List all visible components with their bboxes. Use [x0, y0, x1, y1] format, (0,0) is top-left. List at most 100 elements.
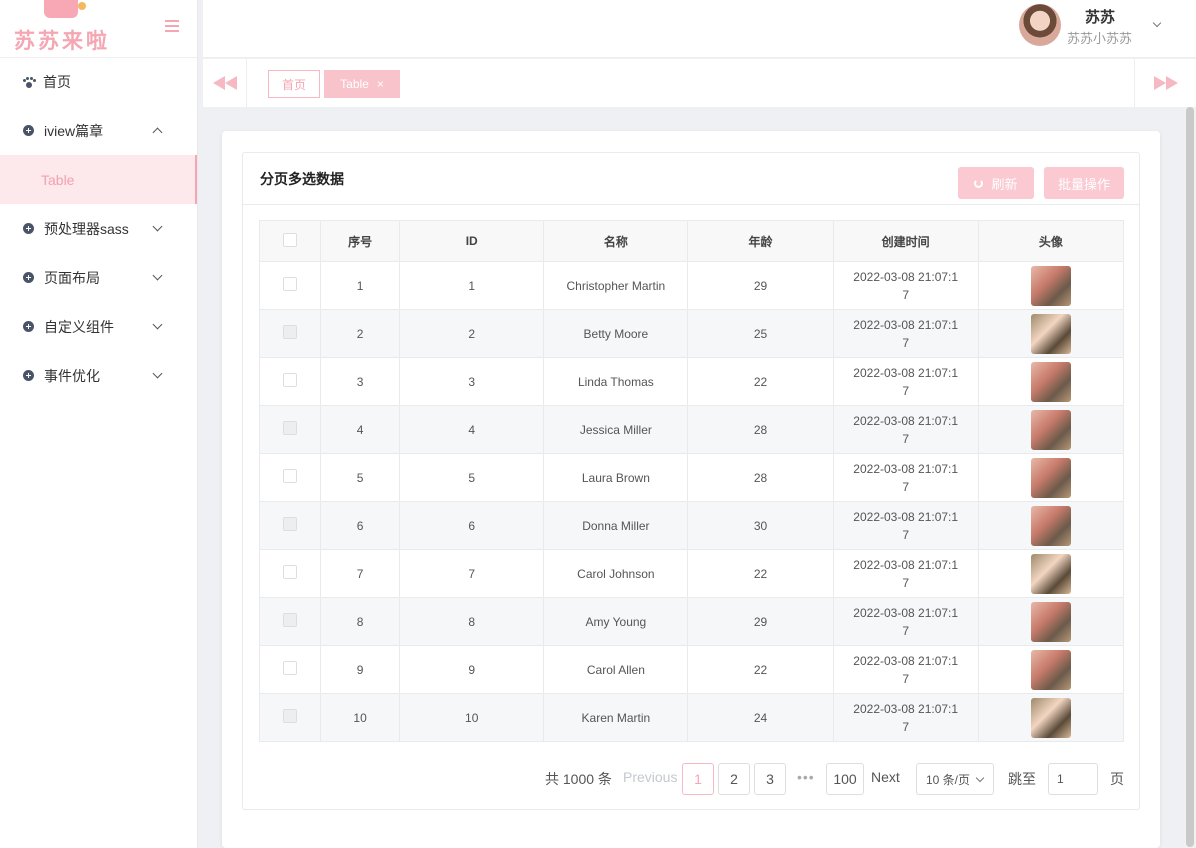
- table-row[interactable]: 7 7 Carol Johnson 22 2022-03-08 21:07:1 7: [258, 549, 1125, 598]
- cell-name: Christopher Martin: [543, 261, 689, 310]
- avatar-thumbnail[interactable]: [1030, 649, 1071, 690]
- sidebar-subitem-table[interactable]: Table: [0, 155, 197, 204]
- page-button[interactable]: 3: [754, 763, 786, 795]
- sidebar-item-home[interactable]: 首页: [0, 58, 197, 106]
- page-size-select[interactable]: 10 条/页: [916, 763, 994, 795]
- tab-home[interactable]: 首页: [268, 70, 320, 98]
- cell-age: 29: [687, 597, 834, 646]
- avatar-thumbnail[interactable]: [1030, 265, 1071, 306]
- column-header[interactable]: 名称: [543, 220, 689, 262]
- column-header[interactable]: ID: [399, 220, 545, 262]
- table-row[interactable]: 5 5 Laura Brown 28 2022-03-08 21:07:1 7: [258, 453, 1125, 502]
- table-row[interactable]: 1 1 Christopher Martin 29 2022-03-08 21:07:1…: [258, 261, 1125, 310]
- cell-avatar: [977, 693, 1125, 742]
- cell-avatar: [977, 549, 1125, 598]
- avatar-thumbnail[interactable]: [1030, 601, 1071, 642]
- cell-created-time: 2022-03-08 21:07:1 7: [832, 597, 979, 646]
- column-header[interactable]: 创建时间: [832, 220, 979, 262]
- column-header[interactable]: 序号: [320, 220, 401, 262]
- avatar-thumbnail[interactable]: [1030, 361, 1071, 402]
- column-header[interactable]: 头像: [977, 220, 1125, 262]
- time-line-1: 2022-03-08 21:07:1: [853, 269, 959, 284]
- fast-forward-icon: [1153, 76, 1166, 90]
- scroll-right-button[interactable]: [1134, 59, 1196, 107]
- table-row[interactable]: 4 4 Jessica Miller 28 2022-03-08 21:07:1 7: [258, 405, 1125, 454]
- row-select-cell: [258, 693, 322, 742]
- tab-label: 首页: [281, 77, 306, 92]
- jump-input[interactable]: [1048, 763, 1098, 795]
- row-checkbox[interactable]: [283, 565, 298, 579]
- row-checkbox[interactable]: [283, 661, 298, 675]
- scroll-left-button[interactable]: [203, 59, 247, 107]
- sidebar-item-iview[interactable]: iview篇章: [0, 106, 197, 155]
- menu-toggle-icon[interactable]: [165, 20, 179, 32]
- scrollbar[interactable]: [1184, 107, 1196, 848]
- cell-created-time: 2022-03-08 21:07:1 7: [832, 357, 979, 406]
- time-line-1: 2022-03-08 21:07:1: [853, 317, 959, 332]
- table-row[interactable]: 8 8 Amy Young 29 2022-03-08 21:07:1 7: [258, 597, 1125, 646]
- avatar-thumbnail[interactable]: [1030, 457, 1071, 498]
- tab-table[interactable]: Table ×: [324, 70, 400, 98]
- close-icon[interactable]: ×: [377, 77, 384, 91]
- cell-age: 30: [687, 501, 834, 550]
- batch-operation-button[interactable]: 批量操作: [1044, 167, 1124, 199]
- row-checkbox[interactable]: [283, 373, 298, 387]
- avatar-thumbnail[interactable]: [1030, 697, 1071, 738]
- row-checkbox[interactable]: [283, 469, 298, 483]
- table-header-row: 序号 ID 名称 年龄 创建时间 头像: [258, 220, 1125, 262]
- avatar-thumbnail[interactable]: [1030, 553, 1071, 594]
- sidebar-subitem-label: Table: [41, 171, 75, 188]
- previous-button[interactable]: Previous: [623, 769, 677, 785]
- sidebar-item-layout[interactable]: 页面布局: [0, 253, 197, 302]
- pagination: 共 1000 条 Previous 1 2 3 ••• 100 Next 10 …: [243, 763, 1141, 795]
- row-select-cell: [258, 357, 322, 406]
- refresh-button[interactable]: 刷新: [958, 167, 1034, 199]
- table-row[interactable]: 10 10 Karen Martin 24 2022-03-08 21:07:1 7: [258, 693, 1125, 742]
- chevron-down-icon[interactable]: [1152, 18, 1162, 28]
- chevron-down-icon: [152, 319, 163, 330]
- cell-age: 29: [687, 261, 834, 310]
- table-row[interactable]: 2 2 Betty Moore 25 2022-03-08 21:07:1 7: [258, 309, 1125, 358]
- next-button[interactable]: Next: [871, 769, 900, 785]
- time-line-1: 2022-03-08 21:07:1: [853, 413, 959, 428]
- more-pages-icon[interactable]: •••: [797, 769, 815, 785]
- avatar-thumbnail[interactable]: [1030, 409, 1071, 450]
- logo-icon: [44, 0, 86, 18]
- column-header[interactable]: 年龄: [687, 220, 834, 262]
- row-checkbox[interactable]: [283, 517, 298, 531]
- row-checkbox[interactable]: [283, 613, 298, 627]
- select-all-checkbox[interactable]: [283, 232, 298, 247]
- page-button[interactable]: 2: [718, 763, 750, 795]
- table-row[interactable]: 9 9 Carol Allen 22 2022-03-08 21:07:1 7: [258, 645, 1125, 694]
- row-checkbox[interactable]: [283, 421, 298, 435]
- cell-created-time: 2022-03-08 21:07:1 7: [832, 405, 979, 454]
- row-checkbox[interactable]: [283, 277, 298, 291]
- cell-index: 7: [320, 549, 401, 598]
- jump-label: 跳至: [1008, 771, 1036, 787]
- time-line-2: 7: [902, 335, 910, 350]
- cell-created-time: 2022-03-08 21:07:1 7: [832, 645, 979, 694]
- cell-index: 2: [320, 309, 401, 358]
- cell-id: 1: [399, 261, 545, 310]
- row-select-cell: [258, 453, 322, 502]
- sidebar-item-components[interactable]: 自定义组件: [0, 302, 197, 351]
- row-checkbox[interactable]: [283, 325, 298, 339]
- tabs-bar: 首页 Table ×: [203, 59, 1196, 107]
- sidebar-item-events[interactable]: 事件优化: [0, 351, 197, 400]
- table-row[interactable]: 6 6 Donna Miller 30 2022-03-08 21:07:1 7: [258, 501, 1125, 550]
- sidebar-item-sass[interactable]: 预处理器sass: [0, 204, 197, 253]
- avatar-thumbnail[interactable]: [1030, 505, 1071, 546]
- row-select-cell: [258, 501, 322, 550]
- circle-plus-icon: [23, 370, 34, 381]
- refresh-label: 刷新: [991, 176, 1018, 192]
- row-checkbox[interactable]: [283, 709, 298, 723]
- avatar-thumbnail[interactable]: [1030, 313, 1071, 354]
- batch-label: 批量操作: [1057, 176, 1110, 192]
- page-button[interactable]: 1: [682, 763, 714, 795]
- cell-id: 9: [399, 645, 545, 694]
- time-line-1: 2022-03-08 21:07:1: [853, 461, 959, 476]
- cell-id: 4: [399, 405, 545, 454]
- table-row[interactable]: 3 3 Linda Thomas 22 2022-03-08 21:07:1 7: [258, 357, 1125, 406]
- avatar[interactable]: [1019, 4, 1061, 46]
- page-button[interactable]: 100: [826, 763, 864, 795]
